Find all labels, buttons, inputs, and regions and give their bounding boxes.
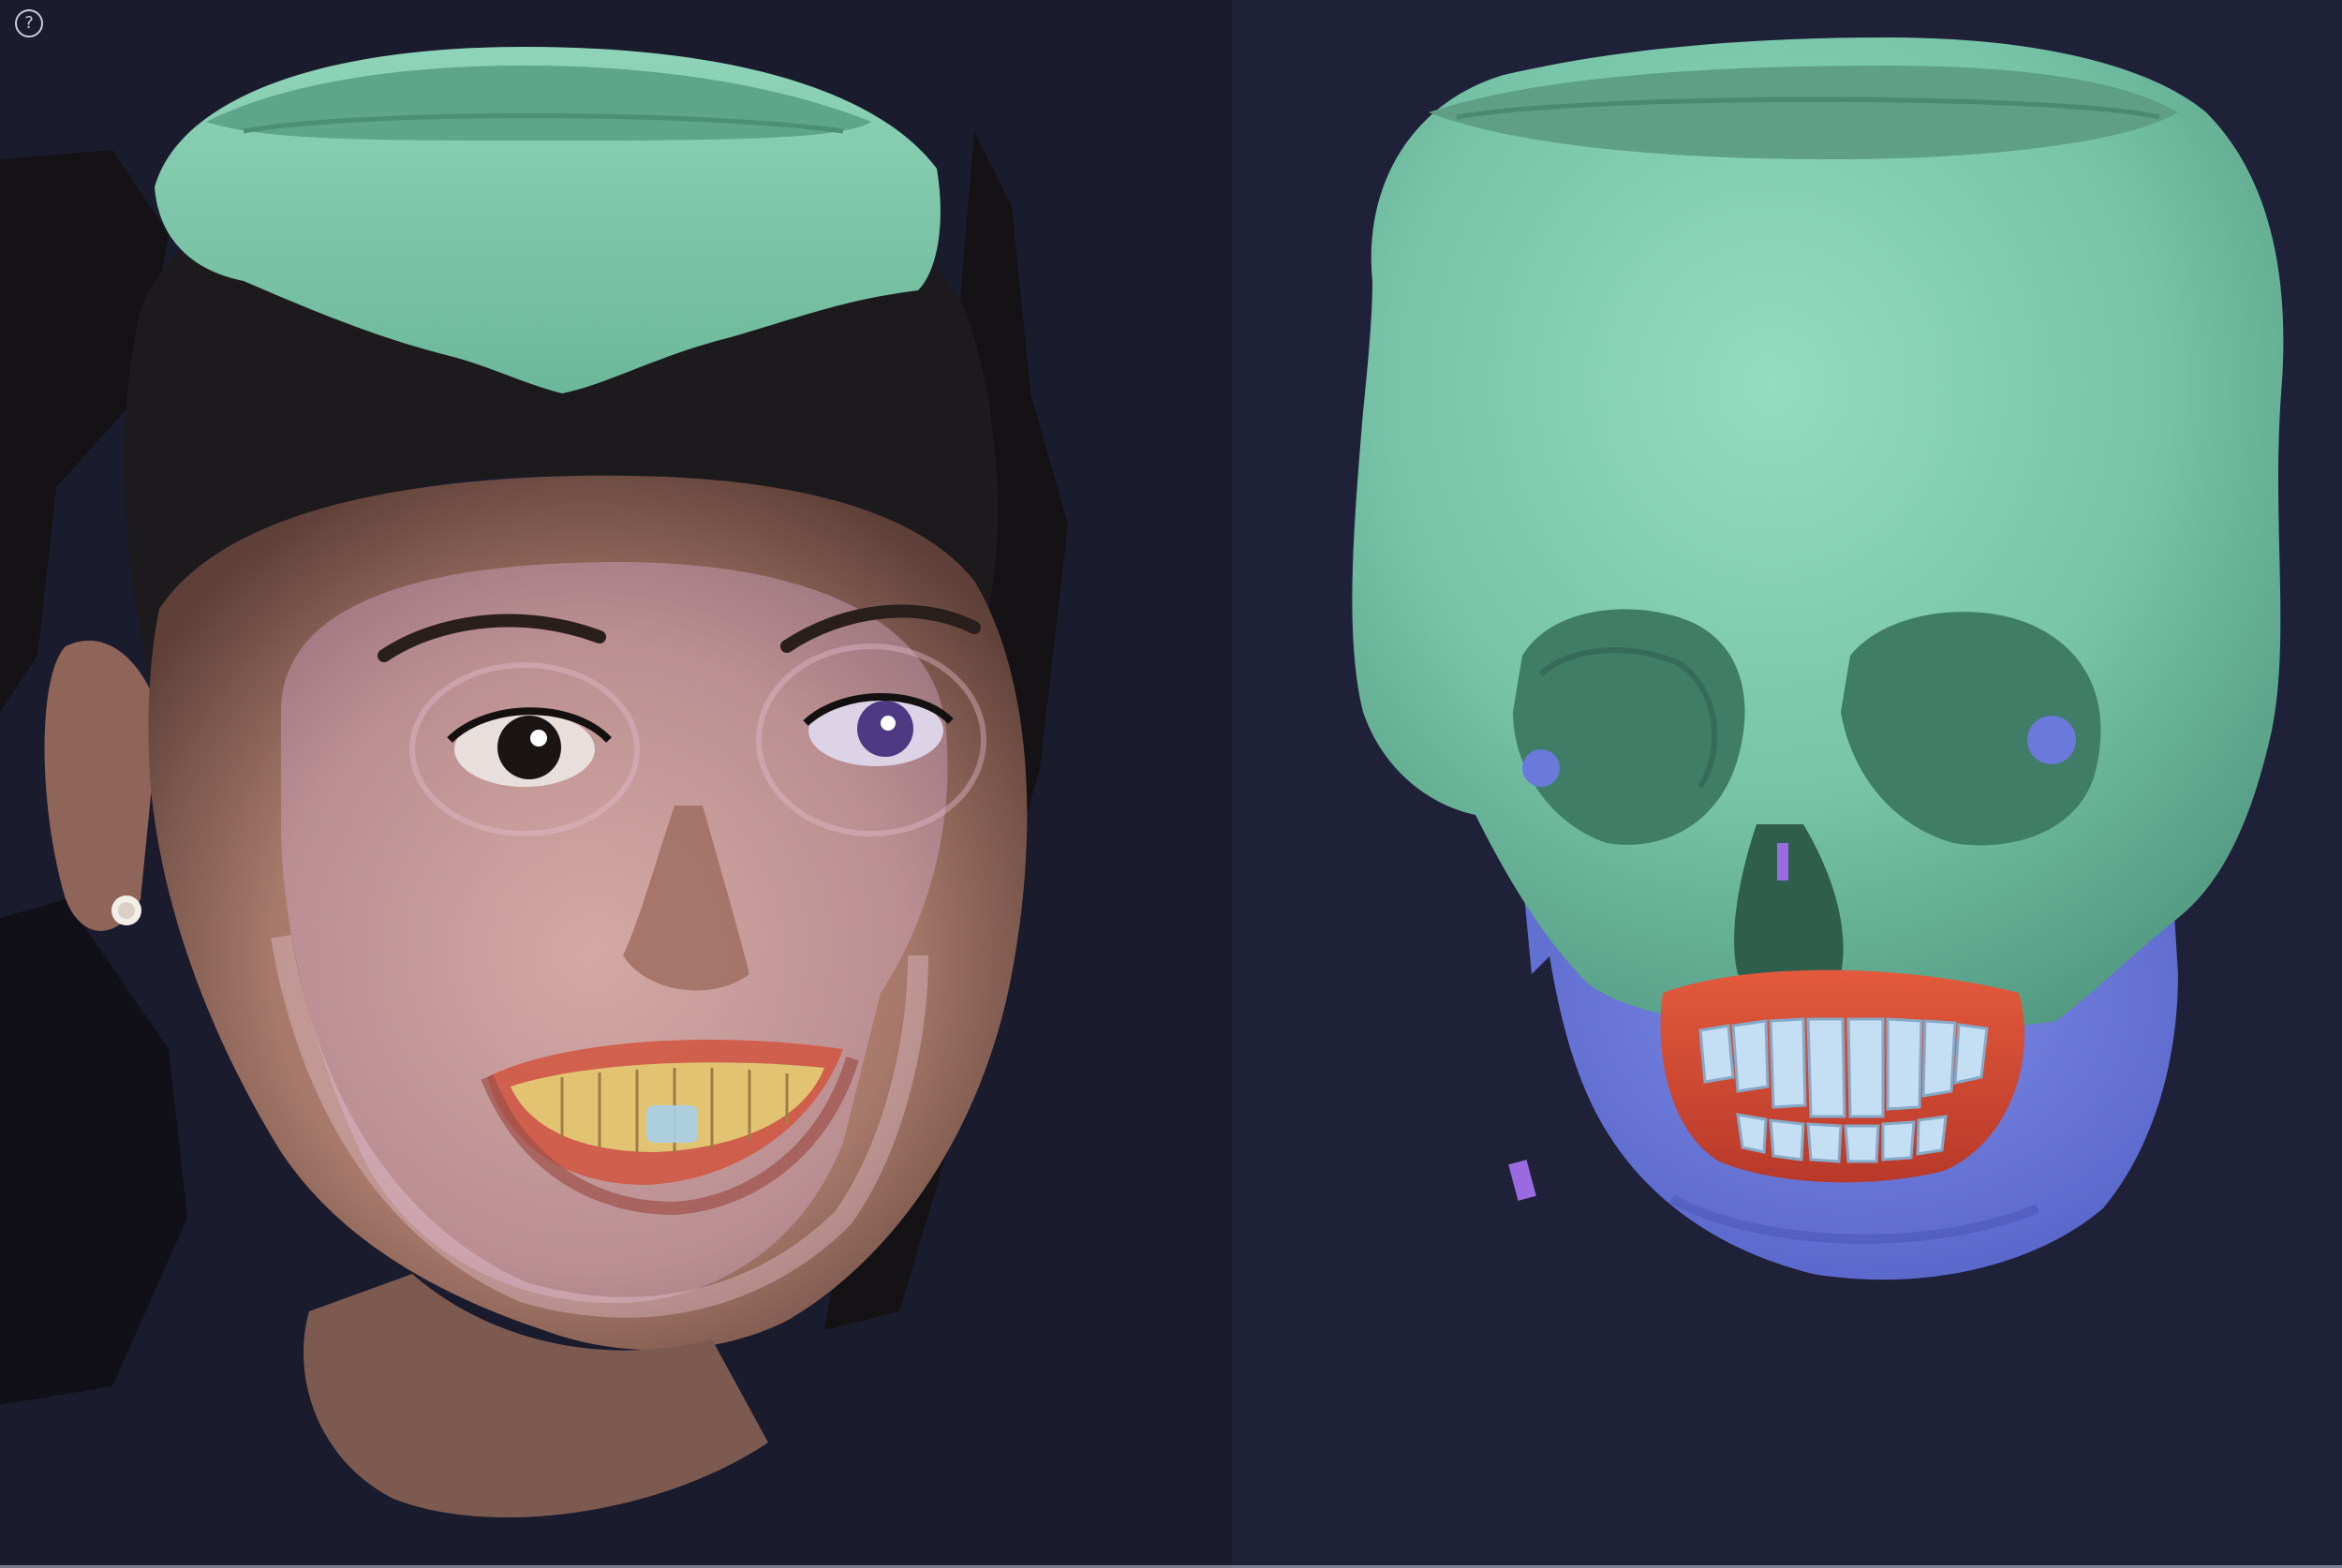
mandible-marker xyxy=(1508,1160,1536,1201)
nasal-marker xyxy=(1777,843,1788,880)
skull-model-canvas[interactable] xyxy=(1232,0,2342,1568)
face-overlay-canvas[interactable] xyxy=(0,0,1232,1568)
hair-mesh-back xyxy=(0,899,187,1405)
tooth-crown-blue xyxy=(646,1105,698,1143)
orbit-right-marker xyxy=(2027,716,2076,764)
face-overlay-viewport[interactable]: ? xyxy=(0,0,1232,1568)
orbit-left-marker xyxy=(1522,749,1560,787)
app-window: ? xyxy=(0,0,2342,1568)
ear xyxy=(44,640,159,931)
help-icon[interactable]: ? xyxy=(15,9,43,37)
skull-model-viewport[interactable] xyxy=(1232,0,2342,1568)
